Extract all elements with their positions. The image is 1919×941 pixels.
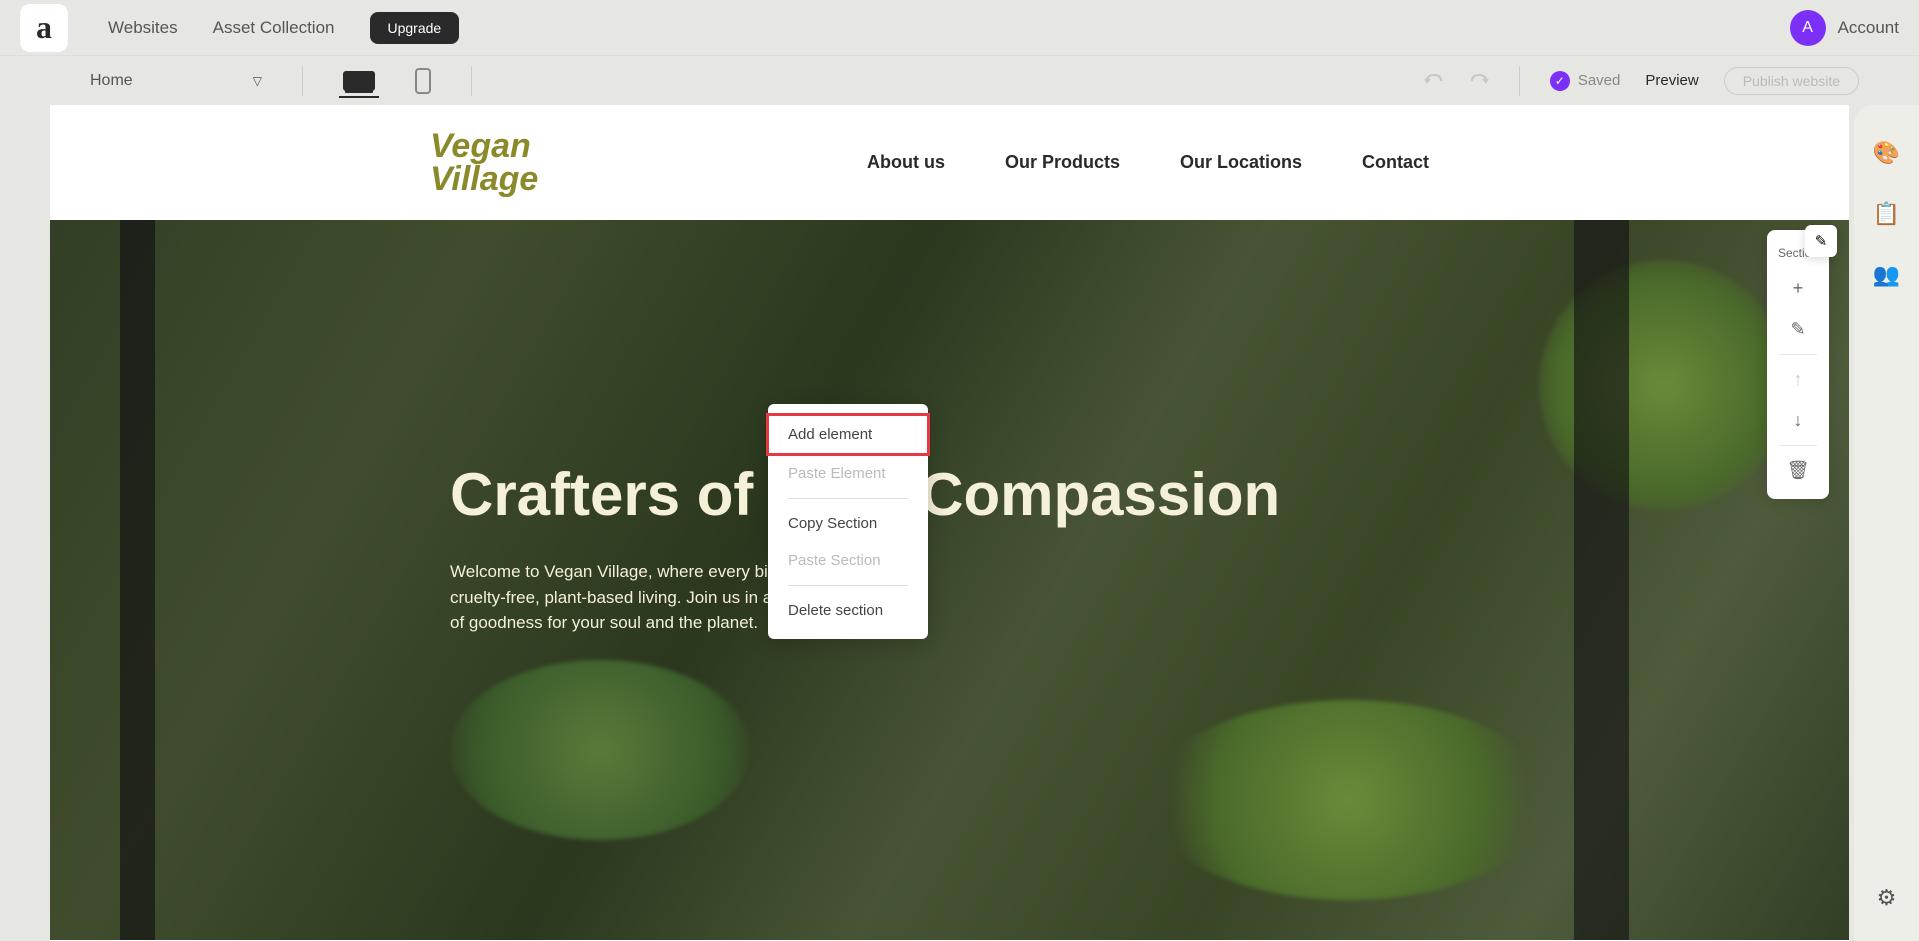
avatar: A bbox=[1790, 10, 1826, 46]
divider bbox=[1519, 66, 1520, 96]
saved-label: Saved bbox=[1578, 72, 1621, 89]
site-header: Vegan Village About us Our Products Our … bbox=[50, 105, 1849, 220]
checkmark: ✓ bbox=[1555, 74, 1565, 88]
nav-products[interactable]: Our Products bbox=[1005, 152, 1120, 173]
nav-websites[interactable]: Websites bbox=[108, 18, 178, 38]
ctx-delete-section[interactable]: Delete section bbox=[768, 592, 928, 629]
divider bbox=[471, 66, 472, 96]
site-nav: About us Our Products Our Locations Cont… bbox=[867, 152, 1429, 173]
section-toolbar: Section + ✎ ↑ ↓ 🗑 bbox=[1767, 230, 1829, 499]
palette-icon[interactable]: 🎨 bbox=[1873, 140, 1900, 166]
decorative-plant bbox=[1539, 260, 1789, 510]
separator bbox=[1779, 445, 1817, 446]
nav-locations[interactable]: Our Locations bbox=[1180, 152, 1302, 173]
nav-asset-collection[interactable]: Asset Collection bbox=[213, 18, 335, 38]
canvas[interactable]: Vegan Village About us Our Products Our … bbox=[50, 105, 1849, 941]
avatar-initial: A bbox=[1802, 19, 1813, 37]
edit-section-badge[interactable]: ✎ bbox=[1805, 225, 1837, 257]
add-section-icon[interactable]: + bbox=[1767, 268, 1829, 309]
site-logo[interactable]: Vegan Village bbox=[430, 130, 538, 195]
separator bbox=[788, 585, 908, 586]
move-up-icon[interactable]: ↑ bbox=[1767, 359, 1829, 400]
decorative-plant bbox=[1149, 700, 1549, 900]
right-sidebar: 🎨 📋 👥 ⚙ bbox=[1854, 105, 1919, 941]
divider bbox=[302, 66, 303, 96]
upgrade-button[interactable]: Upgrade bbox=[370, 12, 460, 44]
separator bbox=[1779, 354, 1817, 355]
decorative-plant bbox=[450, 660, 750, 840]
check-icon: ✓ bbox=[1550, 71, 1570, 91]
page-selector[interactable]: Home ▽ bbox=[90, 72, 262, 90]
desktop-view-icon[interactable] bbox=[343, 71, 375, 91]
editor-actions: ✓ Saved Preview Publish website bbox=[1424, 66, 1859, 96]
ctx-add-element[interactable]: Add element bbox=[767, 414, 929, 455]
logo-line2: Village bbox=[430, 163, 538, 195]
move-down-icon[interactable]: ↓ bbox=[1767, 400, 1829, 441]
app-logo[interactable]: a bbox=[20, 4, 68, 52]
hero-section[interactable]: Crafters of Pure Compassion Welcome to V… bbox=[50, 220, 1849, 940]
preview-button[interactable]: Preview bbox=[1645, 72, 1698, 89]
pencil-icon: ✎ bbox=[1815, 232, 1828, 250]
top-bar: a Websites Asset Collection Upgrade A Ac… bbox=[0, 0, 1919, 55]
save-status: ✓ Saved bbox=[1550, 71, 1621, 91]
gear-icon[interactable]: ⚙ bbox=[1877, 885, 1897, 911]
nav-about[interactable]: About us bbox=[867, 152, 945, 173]
ctx-paste-section: Paste Section bbox=[768, 542, 928, 579]
redo-icon[interactable] bbox=[1469, 73, 1489, 89]
separator bbox=[788, 498, 908, 499]
publish-button[interactable]: Publish website bbox=[1724, 67, 1859, 95]
logo-line1: Vegan bbox=[430, 130, 538, 162]
collaborators-icon[interactable]: 👥 bbox=[1873, 262, 1900, 288]
account-label: Account bbox=[1838, 18, 1899, 38]
editor-bar: Home ▽ ✓ Saved Preview Publish website bbox=[0, 55, 1919, 105]
ctx-paste-element: Paste Element bbox=[768, 455, 928, 492]
page-name: Home bbox=[90, 72, 133, 90]
chevron-down-icon: ▽ bbox=[253, 74, 262, 88]
hero-text[interactable]: Welcome to Vegan Village, where every bi… bbox=[450, 559, 1070, 636]
undo-icon[interactable] bbox=[1424, 73, 1444, 89]
delete-icon[interactable]: 🗑 bbox=[1767, 450, 1829, 491]
device-switcher bbox=[343, 68, 431, 94]
hero-text-line: of goodness for your soul and the planet… bbox=[450, 613, 758, 632]
nav-contact[interactable]: Contact bbox=[1362, 152, 1429, 173]
mobile-view-icon[interactable] bbox=[415, 68, 431, 94]
edit-section-icon[interactable]: ✎ bbox=[1767, 309, 1829, 350]
logo-letter: a bbox=[36, 9, 52, 46]
context-menu: Add element Paste Element Copy Section P… bbox=[768, 404, 928, 639]
account-menu[interactable]: A Account bbox=[1790, 10, 1899, 46]
ctx-copy-section[interactable]: Copy Section bbox=[768, 505, 928, 542]
clipboard-icon[interactable]: 📋 bbox=[1873, 201, 1900, 227]
